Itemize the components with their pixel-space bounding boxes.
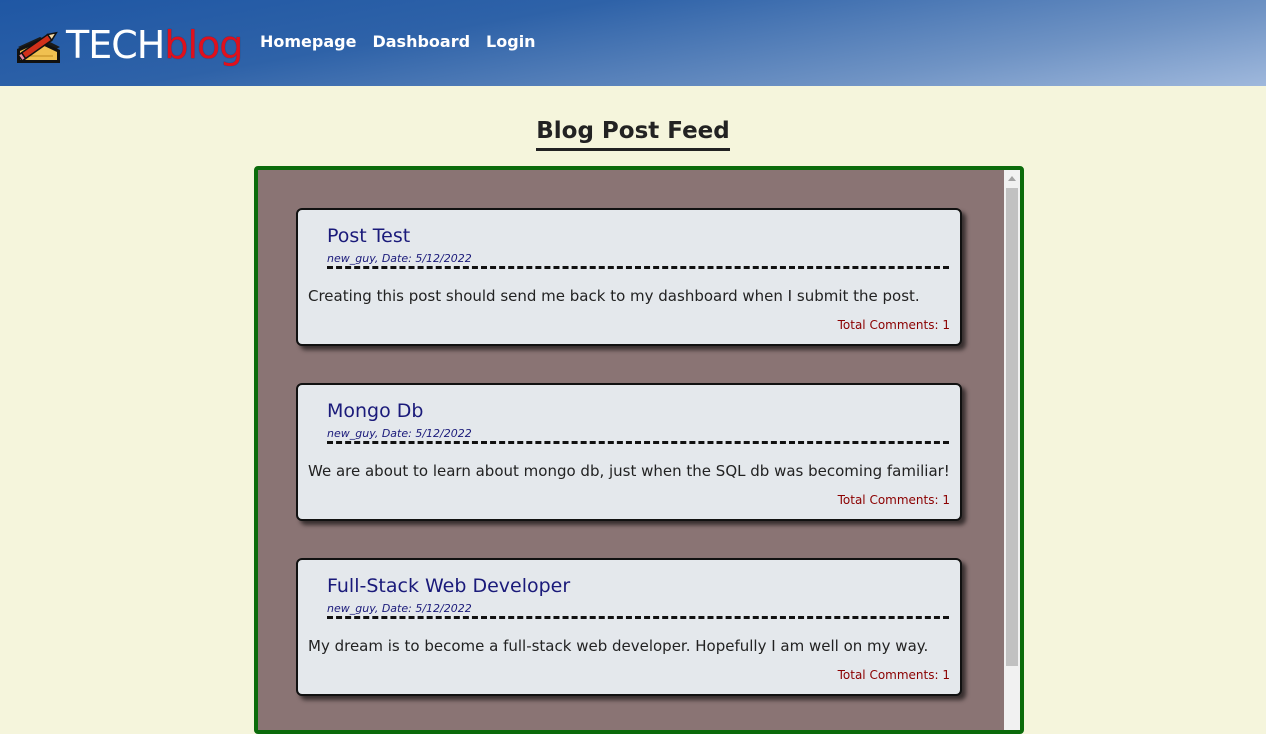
post-feed-container[interactable]: Post Test new_guy, Date: 5/12/2022 Creat… [254,166,1024,734]
post-comment-count: Total Comments: 1 [837,493,950,507]
logo-text: TECHblog [66,23,243,67]
post-title[interactable]: Post Test [327,224,410,248]
post-body: Creating this post should send me back t… [308,287,920,305]
page-title: Blog Post Feed [536,116,730,151]
logo-text-blog: blog [164,23,243,67]
post-body: My dream is to become a full-stack web d… [308,637,929,655]
post-title[interactable]: Full-Stack Web Developer [327,574,570,598]
post-card[interactable]: Mongo Db new_guy, Date: 5/12/2022 We are… [296,383,962,521]
nav-link-dashboard[interactable]: Dashboard [372,32,470,52]
post-card[interactable]: Post Test new_guy, Date: 5/12/2022 Creat… [296,208,962,346]
post-meta: new_guy, Date: 5/12/2022 [327,252,949,269]
scroll-up-arrow-icon[interactable] [1008,176,1016,181]
nav-link-homepage[interactable]: Homepage [260,32,356,52]
post-body: We are about to learn about mongo db, ju… [308,462,950,480]
post-comment-count: Total Comments: 1 [837,318,950,332]
post-card[interactable]: Full-Stack Web Developer new_guy, Date: … [296,558,962,696]
feed-scrollbar[interactable] [1004,170,1020,730]
page-title-wrapper: Blog Post Feed [0,116,1266,151]
post-meta: new_guy, Date: 5/12/2022 [327,602,949,619]
nav-link-login[interactable]: Login [486,32,536,52]
site-logo[interactable]: TECHblog [14,22,243,68]
post-title[interactable]: Mongo Db [327,399,423,423]
post-meta: new_guy, Date: 5/12/2022 [327,427,949,444]
site-header: TECHblog Homepage Dashboard Login [0,0,1266,86]
main-nav: Homepage Dashboard Login [260,32,536,52]
logo-text-tech: TECH [66,23,165,67]
post-comment-count: Total Comments: 1 [837,668,950,682]
pencil-notepad-icon [17,31,60,63]
scrollbar-thumb[interactable] [1006,188,1018,666]
